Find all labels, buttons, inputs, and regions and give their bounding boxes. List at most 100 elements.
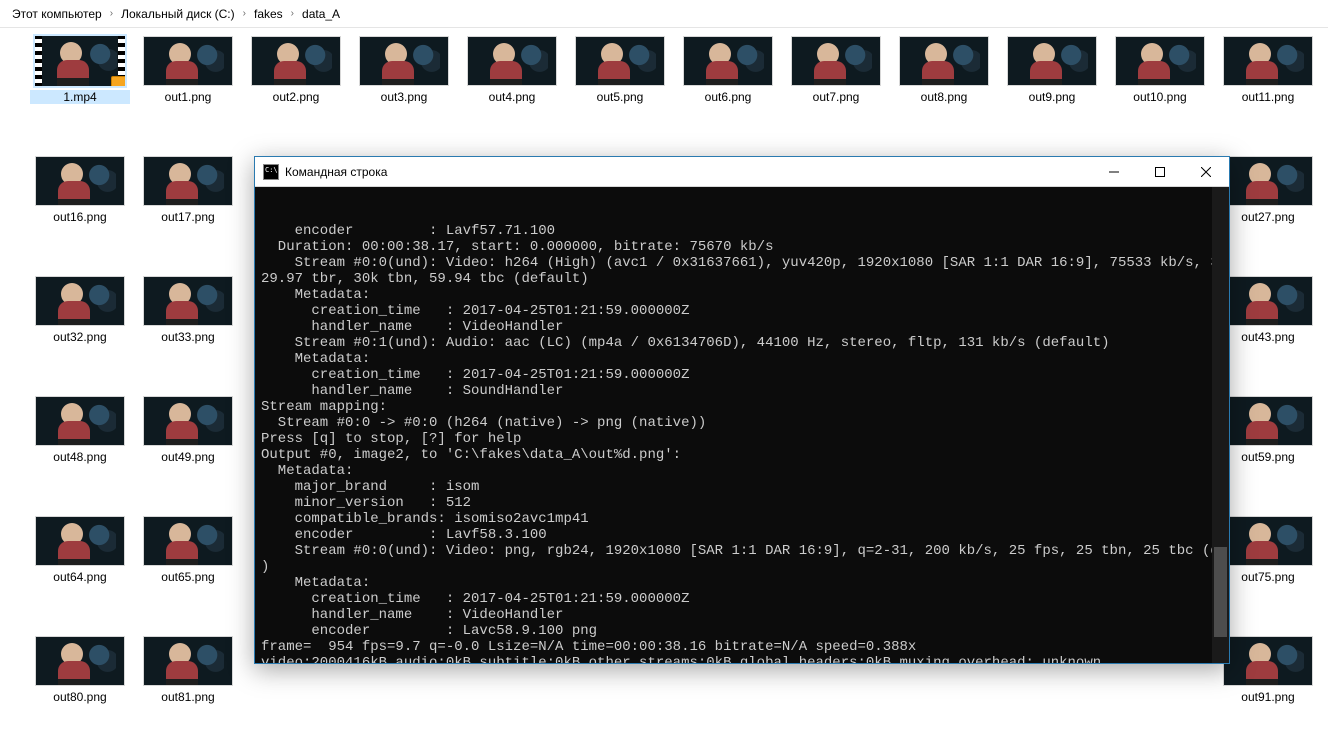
image-thumbnail (35, 636, 125, 686)
image-thumbnail (791, 36, 881, 86)
file-label: out65.png (138, 570, 238, 584)
breadcrumb-segment[interactable]: data_A (298, 7, 344, 21)
file-item[interactable]: out4.png (462, 36, 562, 116)
cmd-line: creation_time : 2017-04-25T01:21:59.0000… (261, 367, 1223, 383)
file-item[interactable]: out10.png (1110, 36, 1210, 116)
breadcrumb-segment[interactable]: fakes (250, 7, 287, 21)
file-label: out4.png (462, 90, 562, 104)
command-prompt-window[interactable]: Командная строка encoder : Lavf57.71.100… (254, 156, 1230, 664)
file-item[interactable]: out7.png (786, 36, 886, 116)
cmd-line: Metadata: (261, 287, 1223, 303)
file-item[interactable]: out75.png (1218, 516, 1318, 596)
image-thumbnail (575, 36, 665, 86)
file-item[interactable]: out27.png (1218, 156, 1318, 236)
image-thumbnail (35, 396, 125, 446)
cmd-line: Stream mapping: (261, 399, 1223, 415)
file-label: out75.png (1218, 570, 1318, 584)
cmd-line: 29.97 tbr, 30k tbn, 59.94 tbc (default) (261, 271, 1223, 287)
image-thumbnail (1223, 276, 1313, 326)
cmd-line: encoder : Lavf58.3.100 (261, 527, 1223, 543)
file-item[interactable]: out33.png (138, 276, 238, 356)
file-item[interactable]: out9.png (1002, 36, 1102, 116)
file-label: out3.png (354, 90, 454, 104)
file-item[interactable]: out2.png (246, 36, 346, 116)
file-item[interactable]: out80.png (30, 636, 130, 716)
image-thumbnail (1223, 36, 1313, 86)
cmd-output[interactable]: encoder : Lavf57.71.100 Duration: 00:00:… (255, 187, 1229, 663)
file-item[interactable]: out48.png (30, 396, 130, 476)
file-label: out81.png (138, 690, 238, 704)
breadcrumb-segment[interactable]: Локальный диск (C:) (117, 7, 239, 21)
breadcrumb-segment[interactable]: Этот компьютер (8, 7, 106, 21)
cmd-scrollbar[interactable] (1212, 187, 1229, 663)
cmd-line: Output #0, image2, to 'C:\fakes\data_A\o… (261, 447, 1223, 463)
file-label: out5.png (570, 90, 670, 104)
file-label: out9.png (1002, 90, 1102, 104)
file-item[interactable]: out49.png (138, 396, 238, 476)
file-item[interactable]: out65.png (138, 516, 238, 596)
image-thumbnail (1223, 396, 1313, 446)
video-thumbnail (35, 36, 125, 86)
file-item[interactable]: out32.png (30, 276, 130, 356)
image-thumbnail (35, 276, 125, 326)
cmd-titlebar[interactable]: Командная строка (255, 157, 1229, 187)
cmd-line: Duration: 00:00:38.17, start: 0.000000, … (261, 239, 1223, 255)
cmd-line: Stream #0:1(und): Audio: aac (LC) (mp4a … (261, 335, 1223, 351)
file-item[interactable]: out91.png (1218, 636, 1318, 716)
file-item[interactable]: out6.png (678, 36, 778, 116)
image-thumbnail (35, 516, 125, 566)
file-item[interactable]: out59.png (1218, 396, 1318, 476)
file-item[interactable]: out43.png (1218, 276, 1318, 356)
image-thumbnail (143, 636, 233, 686)
cmd-icon (263, 164, 279, 180)
file-item[interactable]: out64.png (30, 516, 130, 596)
media-player-badge-icon (111, 76, 125, 86)
file-item[interactable]: out1.png (138, 36, 238, 116)
minimize-button[interactable] (1091, 157, 1137, 187)
file-item[interactable]: out81.png (138, 636, 238, 716)
image-thumbnail (1223, 516, 1313, 566)
file-label: out91.png (1218, 690, 1318, 704)
file-label: out16.png (30, 210, 130, 224)
close-button[interactable] (1183, 157, 1229, 187)
cmd-line: encoder : Lavc58.9.100 png (261, 623, 1223, 639)
cmd-line: handler_name : SoundHandler (261, 383, 1223, 399)
file-label: out7.png (786, 90, 886, 104)
chevron-right-icon: › (287, 8, 298, 19)
file-label: out43.png (1218, 330, 1318, 344)
cmd-title: Командная строка (285, 165, 1091, 179)
file-item[interactable]: out17.png (138, 156, 238, 236)
file-item[interactable]: out11.png (1218, 36, 1318, 116)
file-item[interactable]: 1.mp4 (30, 36, 130, 116)
image-thumbnail (683, 36, 773, 86)
cmd-line: creation_time : 2017-04-25T01:21:59.0000… (261, 303, 1223, 319)
file-label: out8.png (894, 90, 994, 104)
file-label: out59.png (1218, 450, 1318, 464)
maximize-button[interactable] (1137, 157, 1183, 187)
file-item[interactable]: out3.png (354, 36, 454, 116)
file-item[interactable]: out5.png (570, 36, 670, 116)
file-label: out6.png (678, 90, 778, 104)
file-item[interactable]: out16.png (30, 156, 130, 236)
file-label: out10.png (1110, 90, 1210, 104)
cmd-line: Metadata: (261, 575, 1223, 591)
cmd-line: handler_name : VideoHandler (261, 319, 1223, 335)
breadcrumb[interactable]: Этот компьютер›Локальный диск (C:)›fakes… (0, 0, 1328, 28)
cmd-line: handler_name : VideoHandler (261, 607, 1223, 623)
image-thumbnail (359, 36, 449, 86)
file-item[interactable]: out8.png (894, 36, 994, 116)
image-thumbnail (899, 36, 989, 86)
chevron-right-icon: › (239, 8, 250, 19)
file-label: out27.png (1218, 210, 1318, 224)
cmd-line: Stream #0:0 -> #0:0 (h264 (native) -> pn… (261, 415, 1223, 431)
file-label: out80.png (30, 690, 130, 704)
image-thumbnail (143, 36, 233, 86)
cmd-line: Metadata: (261, 463, 1223, 479)
cmd-line: Press [q] to stop, [?] for help (261, 431, 1223, 447)
cmd-line: major_brand : isom (261, 479, 1223, 495)
cmd-scrollbar-thumb[interactable] (1214, 547, 1227, 637)
file-label: out49.png (138, 450, 238, 464)
file-label: out48.png (30, 450, 130, 464)
image-thumbnail (467, 36, 557, 86)
image-thumbnail (1223, 156, 1313, 206)
